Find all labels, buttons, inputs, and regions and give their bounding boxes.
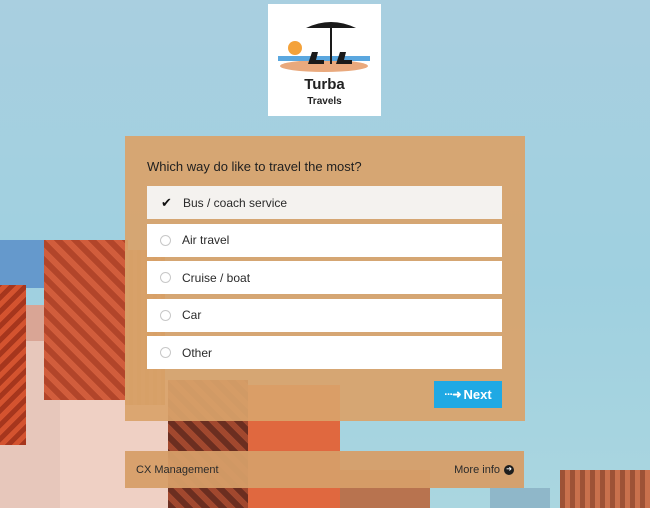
- more-info-label: More info: [454, 463, 500, 476]
- option-air-travel[interactable]: Air travel: [147, 223, 502, 257]
- option-cruise-boat[interactable]: Cruise / boat: [147, 261, 502, 294]
- radio-icon: [160, 234, 171, 246]
- survey-card: Which way do like to travel the most? ✔ …: [125, 136, 525, 421]
- option-label: Other: [182, 345, 213, 360]
- option-bus-coach[interactable]: ✔ Bus / coach service: [147, 186, 502, 219]
- shop-sign: [490, 488, 550, 508]
- checkmark-icon: ✔: [161, 195, 172, 210]
- arrow-circle-right-icon: ➜: [504, 464, 514, 475]
- option-other[interactable]: Other: [147, 336, 502, 369]
- sun-icon: [288, 41, 302, 55]
- hanging-rug: [44, 240, 128, 400]
- option-label: Air travel: [182, 233, 230, 247]
- logo-subtitle: Travels: [307, 96, 342, 107]
- footer-bar: CX Management More info ➜: [125, 451, 524, 488]
- roof-tiles: [560, 470, 650, 508]
- dotted-arrow-right-icon: ···➜: [444, 389, 461, 401]
- logo-title: Turba: [304, 76, 345, 93]
- question-text: Which way do like to travel the most?: [147, 159, 362, 174]
- radio-icon: [160, 347, 171, 358]
- hanging-rug: [0, 285, 26, 445]
- option-car[interactable]: Car: [147, 298, 502, 332]
- footer-brand: CX Management: [136, 463, 219, 476]
- balcony-railing: [0, 240, 44, 288]
- company-logo: Turba Travels: [268, 4, 381, 116]
- more-info-link[interactable]: More info ➜: [454, 464, 514, 476]
- next-button[interactable]: ···➜ Next: [434, 381, 502, 408]
- option-label: Car: [182, 308, 202, 322]
- option-label: Cruise / boat: [182, 270, 251, 285]
- answer-options: ✔ Bus / coach service Air travel Cruise …: [147, 186, 502, 374]
- radio-icon: [160, 309, 171, 321]
- beach-scene-icon: [278, 22, 370, 72]
- umbrella-icon: [306, 22, 356, 28]
- next-button-label: Next: [463, 387, 492, 402]
- radio-icon: [160, 272, 171, 283]
- option-label: Bus / coach service: [183, 195, 288, 210]
